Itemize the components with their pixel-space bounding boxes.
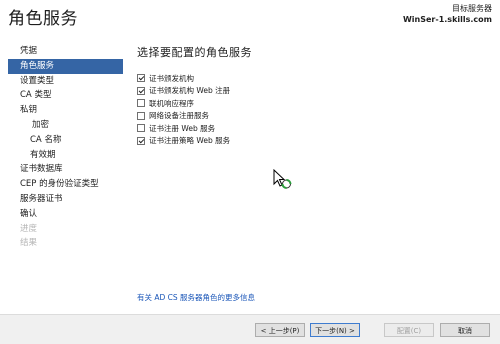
nav-item-server-certificate[interactable]: 服务器证书: [8, 192, 123, 207]
wizard-footer: < 上一步(P) 下一步(N) > 配置(C) 取消: [0, 314, 500, 344]
role-services-panel: 选择要配置的角色服务 证书颁发机构 证书颁发机构 Web 注册 联机响应程序 网…: [137, 44, 487, 147]
configure-button: 配置(C): [384, 323, 434, 337]
role-checkbox[interactable]: [137, 74, 145, 83]
role-list: 证书颁发机构 证书颁发机构 Web 注册 联机响应程序 网络设备注册服务 证书注…: [137, 72, 487, 147]
cancel-button[interactable]: 取消: [440, 323, 490, 337]
role-item[interactable]: 证书颁发机构 Web 注册: [137, 85, 487, 98]
role-label: 网络设备注册服务: [149, 111, 209, 121]
target-server-label: 目标服务器: [452, 4, 492, 13]
role-label: 证书注册 Web 服务: [149, 123, 216, 133]
role-label: 联机响应程序: [149, 98, 194, 108]
nav-item-certificate-database[interactable]: 证书数据库: [8, 162, 123, 177]
role-checkbox[interactable]: [137, 86, 145, 95]
page-title: 角色服务: [8, 9, 78, 29]
nav-item-results: 结果: [20, 238, 38, 249]
role-label: 证书颁发机构: [149, 73, 194, 83]
section-title: 选择要配置的角色服务: [137, 46, 252, 59]
busy-cursor-icon: [273, 169, 292, 189]
nav-item-role-services[interactable]: 角色服务: [8, 58, 123, 74]
wizard-navigation: 凭据 角色服务 设置类型 CA 类型 私钥 加密 CA 名称 有效期 证书数据库…: [8, 44, 123, 251]
role-checkbox[interactable]: [137, 124, 145, 133]
nav-item-validity-period[interactable]: 有效期: [8, 148, 123, 163]
nav-item-confirmation[interactable]: 确认: [8, 207, 123, 222]
role-item[interactable]: 网络设备注册服务: [137, 110, 487, 123]
nav-item-cryptography[interactable]: 加密: [8, 118, 123, 133]
role-checkbox[interactable]: [137, 99, 145, 108]
previous-button[interactable]: < 上一步(P): [255, 323, 305, 337]
target-server-name: WinSer-1.skills.com: [402, 15, 492, 24]
role-checkbox[interactable]: [137, 136, 145, 145]
role-item[interactable]: 证书注册 Web 服务: [137, 122, 487, 135]
nav-item-credentials[interactable]: 凭据: [8, 44, 123, 59]
role-item[interactable]: 证书颁发机构: [137, 72, 487, 85]
nav-item-ca-name[interactable]: CA 名称: [8, 133, 123, 148]
more-info-link[interactable]: 有关 AD CS 服务器角色的更多信息: [137, 292, 255, 303]
role-checkbox[interactable]: [137, 111, 145, 120]
role-label: 证书注册策略 Web 服务: [149, 136, 231, 146]
role-label: 证书颁发机构 Web 注册: [149, 86, 231, 96]
nav-item-setup-type[interactable]: 设置类型: [8, 74, 123, 89]
role-item[interactable]: 联机响应程序: [137, 97, 487, 110]
role-item[interactable]: 证书注册策略 Web 服务: [137, 135, 487, 148]
nav-item-private-key[interactable]: 私钥: [8, 103, 123, 118]
nav-item-progress: 进度: [20, 223, 38, 234]
nav-item-cep-auth-type[interactable]: CEP 的身份验证类型: [8, 177, 123, 192]
nav-item-ca-type[interactable]: CA 类型: [8, 88, 123, 103]
next-button[interactable]: 下一步(N) >: [310, 323, 360, 337]
